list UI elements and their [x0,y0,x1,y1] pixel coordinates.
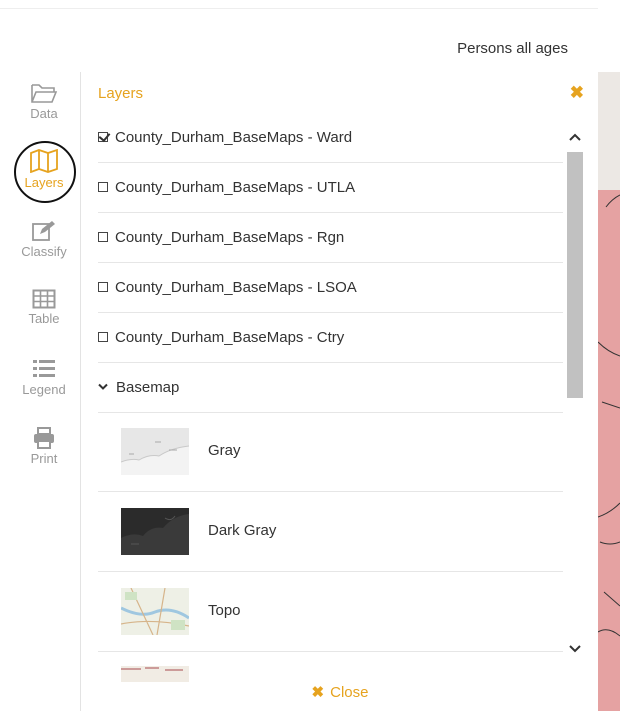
indicator-title: Persons all ages [457,40,568,57]
basemap-item-gray[interactable]: Gray [98,412,563,492]
map-boundaries [598,194,620,637]
sidebar-item-label: Table [28,311,60,326]
table-icon [32,289,56,309]
panel-title: Layers [98,85,144,102]
basemap-label: Dark Gray [208,522,277,539]
basemap-thumbnail-partial [121,666,189,682]
basemap-group-label: Basemap [116,378,180,396]
folder-icon [31,84,58,103]
basemap-thumbnail-dark-gray [121,508,189,555]
close-button[interactable]: ✖ Close [81,683,599,701]
basemap-label: Gray [208,442,241,459]
layer-label: County_Durham_BaseMaps - Ward [115,128,353,146]
sidebar-item-label: Data [30,106,58,121]
checkbox-icon[interactable] [98,332,108,342]
checkbox-icon[interactable] [98,232,108,242]
sidebar-item-classify[interactable]: Classify [0,220,88,259]
close-icon[interactable]: ✖ [570,83,584,103]
scrollbar-thumb[interactable] [567,152,583,398]
layer-label: County_Durham_BaseMaps - Rgn [115,228,345,246]
basemap-item-topo[interactable]: Topo [98,572,563,652]
map-view[interactable] [598,72,620,711]
sidebar-item-table[interactable]: Table [0,289,88,326]
basemap-item-dark-gray[interactable]: Dark Gray [98,492,563,572]
sidebar-item-print[interactable]: Print [0,427,88,466]
basemap-label: Topo [208,602,241,619]
list-icon [33,360,55,377]
layer-label: County_Durham_BaseMaps - UTLA [115,178,356,196]
layer-item-ctry[interactable]: County_Durham_BaseMaps - Ctry [98,312,563,363]
layer-label: County_Durham_BaseMaps - LSOA [115,278,357,296]
layer-label: County_Durham_BaseMaps - Ctry [115,328,345,346]
close-icon: ✖ [311,684,325,701]
sidebar-item-label: Classify [21,244,67,259]
layer-item-lsoa[interactable]: County_Durham_BaseMaps - LSOA [98,262,563,313]
sidebar-item-legend[interactable]: Legend [0,358,88,397]
scroll-up-icon[interactable] [569,132,581,144]
basemap-group-header[interactable]: Basemap [98,362,563,413]
basemap-thumbnail-gray [121,428,189,475]
edit-icon [32,221,55,241]
sidebar-item-data[interactable]: Data [0,82,88,121]
print-icon [34,427,54,449]
basemap-thumbnail-topo [121,588,189,635]
scroll-down-icon[interactable] [569,642,581,654]
close-button-label: Close [330,684,369,701]
layer-item-ward[interactable]: County_Durham_BaseMaps - Ward [98,112,563,163]
layer-item-utla[interactable]: County_Durham_BaseMaps - UTLA [98,162,563,213]
top-divider [0,8,598,9]
basemap-item-partial[interactable] [98,652,563,682]
sidebar-item-label: Print [30,451,58,466]
chevron-down-icon [98,380,108,394]
layer-item-rgn[interactable]: County_Durham_BaseMaps - Rgn [98,212,563,263]
sidebar-item-label: Legend [22,382,66,397]
layers-panel: Layers ✖ County_Durham_BaseMaps - Ward C… [80,72,598,711]
checkbox-icon[interactable] [98,182,108,192]
checkbox-icon[interactable] [98,282,108,292]
checkbox-checked-icon[interactable] [98,132,108,142]
active-highlight-ring [14,141,76,203]
